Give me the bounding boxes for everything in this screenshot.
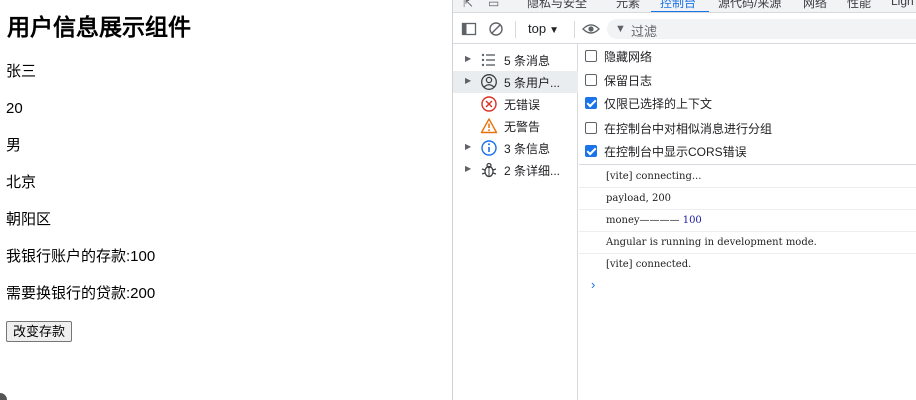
change-deposit-button[interactable]: 改变存款 <box>6 321 73 342</box>
message-text: payload, 200 <box>606 193 672 204</box>
sidebar-toggle-icon[interactable] <box>461 21 477 37</box>
checkbox[interactable] <box>585 50 597 62</box>
message-label: money———— <box>606 215 683 226</box>
setting-label: 在控制台中显示CORS错误 <box>604 145 747 159</box>
tab-sources[interactable]: 源代码/来源 <box>718 0 781 11</box>
setting-label: 隐藏网络 <box>604 50 653 64</box>
expand-arrow-icon[interactable]: ▶ <box>465 164 471 173</box>
user-gender: 男 <box>6 137 22 154</box>
expand-arrow-icon[interactable]: ▶ <box>465 142 471 151</box>
sidebar-item-label: 无警告 <box>504 120 541 134</box>
toolbar-divider <box>515 21 516 38</box>
expand-arrow-icon[interactable]: ▶ <box>465 54 471 63</box>
active-tab-indicator <box>651 11 709 12</box>
bug-icon <box>481 162 497 178</box>
tab-elements[interactable]: 元素 <box>616 0 640 11</box>
setting-label: 仅限已选择的上下文 <box>604 97 713 111</box>
info-icon <box>481 140 497 156</box>
console-message: Angular is running in development mode. <box>579 232 916 254</box>
page-title: 用户信息展示组件 <box>7 14 191 40</box>
console-sidebar: ▶ 5 条消息 ▶ 5 条用户... 无错误 无警告 ▶ 3 条信息 ▶ 2 条… <box>453 44 578 400</box>
tab-privacy-security[interactable]: 隐私与安全 <box>527 0 587 11</box>
user-district: 朝阳区 <box>6 211 52 228</box>
console-message: payload, 200 <box>579 188 916 210</box>
sidebar-item-label: 3 条信息 <box>504 142 551 156</box>
sidebar-item-user-messages[interactable]: ▶ 5 条用户... <box>453 71 578 93</box>
deposit-text: 我银行账户的存款:100 <box>6 248 156 265</box>
setting-label: 在控制台中对相似消息进行分组 <box>604 122 773 136</box>
console-messages: [vite] connecting... payload, 200 money—… <box>579 165 916 400</box>
message-text: [vite] connecting... <box>606 171 702 182</box>
console-message: [vite] connecting... <box>579 166 916 188</box>
sidebar-item-info[interactable]: ▶ 3 条信息 <box>453 137 578 159</box>
context-value: top <box>528 21 547 36</box>
tab-lighthouse[interactable]: Ligh <box>891 0 914 8</box>
tab-performance[interactable]: 性能 <box>847 0 871 11</box>
console-prompt-icon[interactable]: › <box>591 277 595 292</box>
tab-console[interactable]: 控制台 <box>660 0 696 11</box>
context-select[interactable]: top ▼ <box>528 21 559 36</box>
devtools-panel: ⇱ ▭ 隐私与安全 元素 控制台 源代码/来源 网络 性能 Ligh top ▼ … <box>452 0 916 400</box>
sidebar-item-messages[interactable]: ▶ 5 条消息 <box>453 49 578 71</box>
message-text: Angular is running in development mode. <box>606 237 817 248</box>
warning-icon <box>480 118 498 134</box>
device-toolbar-icon[interactable]: ▭ <box>488 0 499 10</box>
checkbox-checked[interactable] <box>585 97 597 109</box>
sidebar-item-warnings[interactable]: 无警告 <box>453 115 578 137</box>
tab-network[interactable]: 网络 <box>803 0 827 11</box>
sidebar-item-errors[interactable]: 无错误 <box>453 93 578 115</box>
console-toolbar: top ▼ ▼ 过滤 <box>453 14 916 44</box>
checkbox[interactable] <box>585 74 597 86</box>
message-number: 100 <box>682 215 702 226</box>
sidebar-item-label: 无错误 <box>504 98 541 112</box>
console-settings: 隐藏网络 保留日志 仅限已选择的上下文 在控制台中对相似消息进行分组 在控制台中… <box>579 44 916 165</box>
console-message: money———— 100 <box>579 210 916 232</box>
user-name: 张三 <box>6 63 37 80</box>
setting-label: 保留日志 <box>604 74 653 88</box>
console-message: [vite] connected. <box>579 254 916 276</box>
message-text: [vite] connected. <box>606 259 692 270</box>
sidebar-item-label: 2 条详细... <box>504 164 561 178</box>
app-page: 用户信息展示组件 张三 20 男 北京 朝阳区 我银行账户的存款:100 需要换… <box>0 0 452 400</box>
devtools-tabbar: ⇱ ▭ 隐私与安全 元素 控制台 源代码/来源 网络 性能 Ligh <box>453 0 916 13</box>
inspect-icon[interactable]: ⇱ <box>463 0 473 10</box>
sidebar-item-label: 5 条消息 <box>504 54 551 68</box>
expand-arrow-icon[interactable]: ▶ <box>465 76 471 85</box>
user-city: 北京 <box>6 174 37 191</box>
checkbox-checked[interactable] <box>585 145 597 157</box>
checkbox[interactable] <box>585 122 597 134</box>
list-icon <box>481 53 495 67</box>
filter-input[interactable]: ▼ 过滤 <box>607 19 916 39</box>
sidebar-item-label: 5 条用户... <box>504 76 561 90</box>
user-age: 20 <box>6 100 23 117</box>
filter-placeholder: 过滤 <box>631 24 658 39</box>
error-icon <box>481 96 497 112</box>
live-expression-eye-icon[interactable] <box>582 21 600 37</box>
user-icon <box>481 74 497 90</box>
clear-console-icon[interactable] <box>488 21 504 37</box>
chevron-down-icon: ▼ <box>549 25 559 36</box>
toolbar-divider <box>574 21 575 38</box>
loan-text: 需要换银行的贷款:200 <box>6 285 156 302</box>
message-text: money———— 100 <box>606 215 702 226</box>
window-corner <box>0 393 7 400</box>
sidebar-item-verbose[interactable]: ▶ 2 条详细... <box>453 159 578 181</box>
filter-icon: ▼ <box>615 23 626 35</box>
